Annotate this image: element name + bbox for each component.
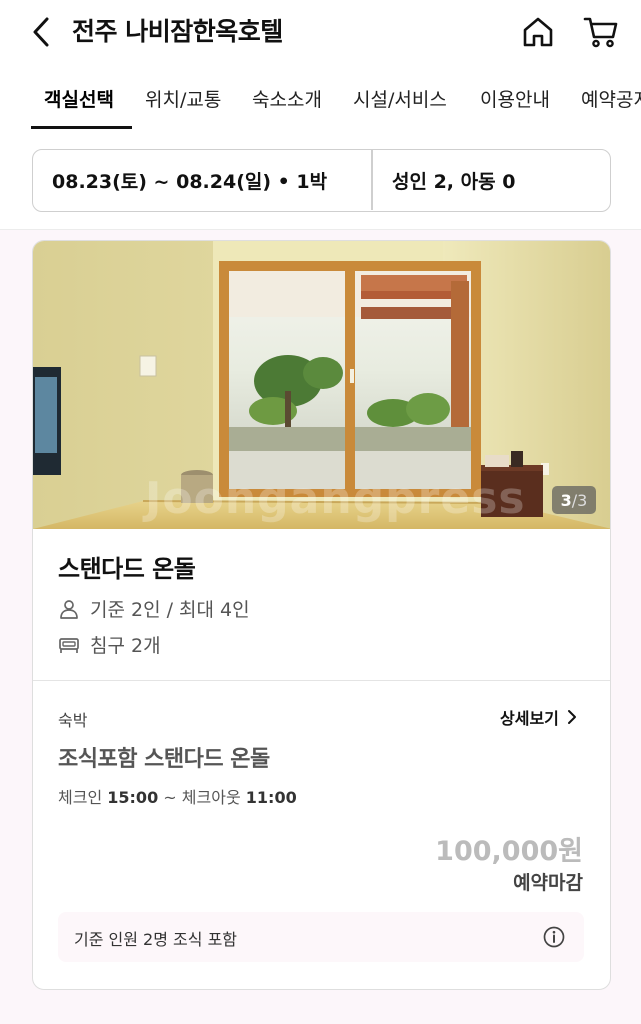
info-icon (543, 926, 565, 948)
person-icon (58, 598, 80, 620)
beds-text: 침구 2개 (90, 635, 161, 657)
checkin-label: 체크인 (58, 788, 103, 807)
bed-icon (58, 634, 80, 656)
room-card: Joongangpress 3/3 스탠다드 온돌 기준 2인 / 최대 4인 … (32, 240, 611, 990)
home-button[interactable] (518, 12, 558, 52)
checkout-label: 체크아웃 (181, 788, 241, 807)
date-selector[interactable]: 08.23(토) ~ 08.24(일) • 1박 (33, 150, 372, 210)
tab-facilities[interactable]: 시설/서비스 (353, 86, 447, 114)
photo-watermark: Joongangpress (145, 473, 526, 524)
cart-icon (583, 17, 618, 48)
notice-text: 기준 인원 2명 조식 포함 (74, 930, 238, 949)
room-beds: 침구 2개 (58, 631, 161, 658)
detail-link[interactable]: 상세보기 (500, 705, 579, 729)
guest-selector[interactable]: 성인 2, 아동 0 (373, 150, 609, 210)
photo-total: /3 (571, 490, 588, 510)
photo-counter: 3/3 (552, 486, 596, 514)
time-separator: ~ (163, 788, 177, 807)
booking-status: 예약마감 (513, 872, 583, 894)
plan-name: 조식포함 스탠다드 온돌 (58, 747, 270, 772)
page-title: 전주 나비잠한옥호텔 (72, 17, 283, 46)
back-button[interactable] (24, 12, 60, 52)
search-conditions: 08.23(토) ~ 08.24(일) • 1박 성인 2, 아동 0 (32, 149, 611, 212)
tab-bar: 객실선택 위치/교통 숙소소개 시설/서비스 이용안내 예약공지 (0, 72, 641, 130)
checkin-checkout-info: 체크인 15:00 ~ 체크아웃 11:00 (58, 784, 297, 808)
checkin-time: 15:00 (107, 788, 159, 807)
home-icon (523, 17, 553, 47)
photo-current: 3 (560, 490, 572, 510)
top-bar: 전주 나비잠한옥호텔 (0, 0, 641, 66)
info-button[interactable] (542, 925, 566, 949)
room-name: 스탠다드 온돌 (58, 555, 196, 583)
detail-link-label: 상세보기 (500, 709, 559, 728)
tab-location[interactable]: 위치/교통 (145, 86, 221, 114)
tab-room-select[interactable]: 객실선택 (44, 86, 114, 114)
room-capacity: 기준 2인 / 최대 4인 (58, 595, 250, 622)
cart-button[interactable] (580, 12, 622, 52)
app-header: 전주 나비잠한옥호텔 객실선택 위치/교통 숙소소개 시설/서비스 이용안내 예… (0, 0, 641, 230)
stay-type-label: 숙박 (58, 711, 88, 730)
tab-booking-notice[interactable]: 예약공지 (581, 86, 641, 114)
tab-usage-info[interactable]: 이용안내 (480, 86, 550, 114)
divider (33, 680, 610, 681)
active-tab-indicator (31, 126, 132, 129)
back-arrow-icon (33, 17, 49, 47)
plan-notice: 기준 인원 2명 조식 포함 (58, 912, 584, 962)
room-photo[interactable]: Joongangpress 3/3 (33, 241, 610, 529)
checkout-time: 11:00 (245, 788, 297, 807)
tab-intro[interactable]: 숙소소개 (252, 86, 322, 114)
capacity-text: 기준 2인 / 최대 4인 (90, 599, 250, 621)
chevron-right-icon (567, 710, 576, 724)
price: 100,000원 (435, 836, 583, 867)
